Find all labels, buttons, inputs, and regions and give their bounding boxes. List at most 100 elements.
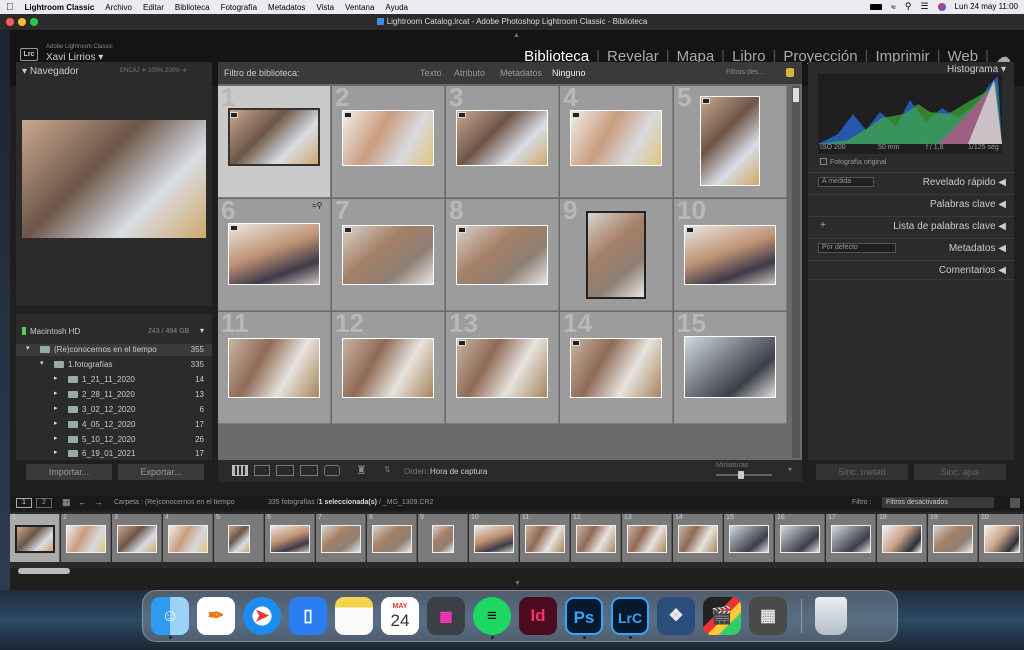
quick-develop-preset[interactable]: A medida <box>818 177 874 187</box>
finalcut-icon[interactable]: 🎬 <box>703 597 741 635</box>
metadata-preset[interactable]: Por defecto <box>818 243 896 253</box>
launchpad-icon[interactable]: ▦ <box>427 597 465 635</box>
grid-mini-icon[interactable]: ▦ <box>62 497 71 508</box>
thumbnail[interactable] <box>700 96 760 186</box>
safari-icon[interactable]: ➤ <box>243 597 281 635</box>
search-icon[interactable]: ⚲ <box>905 1 912 12</box>
folder-row[interactable]: ▸ 4_05_12_2020 17 <box>16 419 212 431</box>
filmstrip-thumb[interactable]: 10 <box>469 514 519 562</box>
collapsed-icon[interactable]: ▸ <box>54 404 58 412</box>
grid-cell[interactable]: 2 <box>332 86 445 198</box>
navigator-preview[interactable] <box>22 120 206 238</box>
filter-text[interactable]: Texto <box>420 62 442 84</box>
filmstrip-thumb[interactable]: 17 <box>826 514 876 562</box>
thumbnail[interactable] <box>570 338 662 398</box>
sort-direction-icon[interactable]: ⇅ <box>384 465 391 474</box>
filters-off-dropdown[interactable]: Filtros des... <box>726 62 764 84</box>
add-keyword-icon[interactable]: + <box>820 220 826 231</box>
navigator-zoom-options[interactable]: ENCAJ ≑ 100% 200% ≑ <box>120 67 187 74</box>
forward-arrow-icon[interactable]: → <box>94 497 103 507</box>
filmstrip-thumb[interactable]: 3 <box>112 514 162 562</box>
filmstrip-thumb[interactable]: 15 <box>724 514 774 562</box>
folder-row[interactable]: ▸ 3_02_12_2020 6 <box>16 404 212 416</box>
filmstrip-thumb[interactable]: 4 <box>163 514 213 562</box>
lightroom-icon[interactable]: LrC <box>611 597 649 635</box>
pages-icon[interactable]: ✒ <box>197 597 235 635</box>
thumbnail[interactable] <box>586 211 646 299</box>
grid-cell[interactable]: 15 <box>674 312 787 424</box>
checkbox-icon[interactable] <box>820 158 827 165</box>
minimize-window-button[interactable] <box>18 18 26 26</box>
menu-ayuda[interactable]: Ayuda <box>385 3 408 12</box>
indesign-icon[interactable]: Id <box>519 597 557 635</box>
original-photo-checkbox[interactable]: Fotografía original <box>820 158 886 166</box>
sort-dropdown[interactable]: Hora de captura <box>430 467 487 476</box>
filmstrip-thumb[interactable]: 5 <box>214 514 264 562</box>
filmstrip-filter-dropdown[interactable]: Filtros desactivados <box>882 497 994 508</box>
grid-cell[interactable]: 9 <box>560 199 673 311</box>
grid-cell[interactable]: 6 =⚲ <box>218 199 331 311</box>
sync-settings-button[interactable]: Sinc. ajus <box>914 464 1006 480</box>
painter-icon[interactable]: ♜ <box>356 463 367 477</box>
menu-metadatos[interactable]: Metadatos <box>268 3 305 12</box>
filmstrip-thumb[interactable]: 11 <box>520 514 570 562</box>
filmstrip-scrollbar[interactable] <box>18 568 70 574</box>
thumbnail[interactable] <box>456 110 548 166</box>
collapsed-icon[interactable]: ▸ <box>54 389 58 397</box>
thumbnail[interactable] <box>456 338 548 398</box>
menu-ventana[interactable]: Ventana <box>345 3 374 12</box>
collapsed-icon[interactable]: ▸ <box>54 434 58 442</box>
notes-icon[interactable] <box>335 597 373 635</box>
collapse-top-panel-icon[interactable]: ▲ <box>513 32 520 39</box>
grid-view-icon[interactable] <box>232 465 248 476</box>
filmstrip-thumb[interactable]: 7 <box>316 514 366 562</box>
thumbnail[interactable] <box>684 225 776 285</box>
menu-biblioteca[interactable]: Biblioteca <box>175 3 210 12</box>
thumbnail[interactable] <box>342 225 434 285</box>
filmstrip-thumb[interactable]: 8 <box>367 514 417 562</box>
sync-metadata-button[interactable]: Sinc. metad <box>816 464 908 480</box>
folder-row[interactable]: ▸ 6_19_01_2021 17 <box>16 448 212 460</box>
zoom-window-button[interactable] <box>30 18 38 26</box>
keyword-list-header[interactable]: Lista de palabras clave ◀ <box>808 216 1014 236</box>
filmstrip-thumb[interactable]: 2 <box>61 514 111 562</box>
loupe-view-icon[interactable] <box>254 465 270 476</box>
folder-row[interactable]: ▸ 5_10_12_2020 26 <box>16 434 212 446</box>
menu-archivo[interactable]: Archivo <box>105 3 132 12</box>
filmstrip-thumb[interactable]: 13 <box>622 514 672 562</box>
filter-metadata[interactable]: Metadatos <box>500 62 542 84</box>
finder-icon[interactable]: ☺ <box>151 597 189 635</box>
filmstrip-thumb[interactable]: 12 <box>571 514 621 562</box>
grid-cell[interactable]: 7 <box>332 199 445 311</box>
main-window-button[interactable]: 1 <box>16 498 32 508</box>
photoshop-icon[interactable]: Ps <box>565 597 603 635</box>
import-button[interactable]: Importar... <box>26 464 112 480</box>
control-center-icon[interactable]: ☰ <box>920 1 928 12</box>
thumbnail[interactable] <box>342 110 434 166</box>
survey-view-icon[interactable] <box>300 465 318 476</box>
collapsed-icon[interactable]: ▸ <box>54 419 58 427</box>
grid-cell[interactable]: 11 <box>218 312 331 424</box>
folder-row-fotografias[interactable]: ▾ 1.fotografías 335 <box>16 359 212 371</box>
thumbnail[interactable] <box>342 338 434 398</box>
thumbnail[interactable] <box>228 338 320 398</box>
rotate-flag-icon[interactable]: =⚲ <box>312 201 323 210</box>
filmstrip-thumb[interactable]: 14 <box>673 514 723 562</box>
clock-text[interactable]: Lun 24 may 11:00 <box>955 2 1018 11</box>
volume-name[interactable]: Macintosh HD <box>22 327 80 336</box>
grid-cell[interactable]: 1 <box>218 86 331 198</box>
folder-row[interactable]: ▸ 1_21_11_2020 14 <box>16 374 212 386</box>
grid-cell[interactable]: 8 <box>446 199 559 311</box>
filter-none[interactable]: Ninguno <box>552 62 586 84</box>
people-view-icon[interactable] <box>324 465 340 476</box>
keynote-icon[interactable]: ▯ <box>289 597 327 635</box>
filter-attribute[interactable]: Atributo <box>454 62 485 84</box>
siri-icon[interactable] <box>937 2 946 11</box>
thumbnail-size-slider[interactable] <box>716 471 772 479</box>
source-path[interactable]: Carpeta : (Re)conocernos en el tiempo <box>114 499 235 506</box>
filmstrip-thumb[interactable]: 19 <box>928 514 978 562</box>
second-window-button[interactable]: 2 <box>36 498 52 508</box>
filmstrip-toggle-icon[interactable] <box>1010 498 1020 508</box>
grid-cell[interactable]: 4 <box>560 86 673 198</box>
menu-editar[interactable]: Editar <box>143 3 164 12</box>
